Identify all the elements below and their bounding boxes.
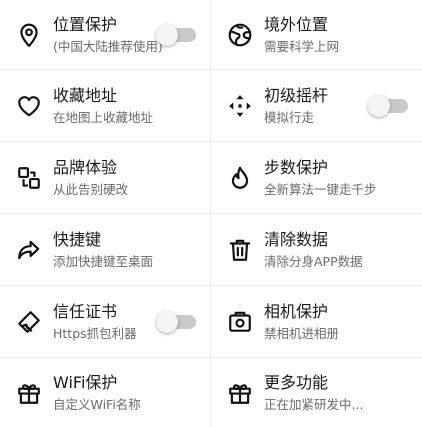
feature-subtitle: 清除分身APP数据 — [264, 253, 363, 269]
feature-shortcut[interactable]: 快捷键 添加快捷键至桌面 — [0, 214, 211, 286]
toggle-knob — [156, 23, 178, 46]
camera-icon — [227, 309, 253, 335]
feature-subtitle: Https抓包利器 — [53, 325, 137, 341]
joystick-toggle[interactable] — [368, 94, 408, 117]
globe-icon — [227, 22, 253, 48]
location-pin-icon — [16, 22, 42, 48]
feature-title: 收藏地址 — [53, 85, 118, 105]
feature-subtitle: (中国大陆推荐使用) — [53, 38, 163, 54]
gift-icon — [16, 380, 42, 406]
move-arrows-icon — [227, 93, 253, 119]
feature-wifi-protect[interactable]: WiFi保护 自定义WiFi名称 — [0, 358, 211, 427]
feature-favorite-address[interactable]: 收藏地址 在地图上收藏地址 — [0, 70, 211, 142]
heart-icon — [16, 93, 42, 119]
feature-title: 境外位置 — [264, 14, 329, 34]
feature-title: 步数保护 — [264, 157, 329, 177]
feature-title: WiFi保护 — [53, 372, 118, 392]
feature-subtitle: 全新算法一键走千步 — [264, 181, 377, 197]
feature-title: 位置保护 — [53, 14, 118, 34]
toggle-knob — [368, 94, 390, 117]
feature-trust-certificate[interactable]: 信任证书 Https抓包利器 — [0, 286, 211, 358]
trust-certificate-toggle[interactable] — [156, 310, 196, 333]
feature-subtitle: 从此告别硬改 — [53, 181, 129, 197]
feature-subtitle: 模拟行走 — [264, 109, 315, 125]
feature-location-protect[interactable]: 位置保护 (中国大陆推荐使用) — [0, 0, 211, 70]
feature-overseas-location[interactable]: 境外位置 需要科学上网 — [211, 0, 422, 70]
feature-clear-data[interactable]: 清除数据 清除分身APP数据 — [211, 214, 422, 286]
trash-icon — [227, 237, 253, 263]
feature-subtitle: 添加快捷键至桌面 — [53, 253, 154, 269]
feature-grid: 位置保护 (中国大陆推荐使用) 境外位置 需要科学上网 收藏地址 在地图上收藏地… — [0, 0, 422, 427]
share-arrow-icon — [16, 237, 42, 263]
feature-subtitle: 禁相机进相册 — [264, 325, 340, 341]
feature-subtitle: 正在加紧研发中... — [264, 396, 364, 412]
feature-joystick[interactable]: 初级摇杆 模拟行走 — [211, 70, 422, 142]
feature-step-protect[interactable]: 步数保护 全新算法一键走千步 — [211, 142, 422, 214]
toggle-knob — [156, 310, 178, 333]
feature-title: 更多功能 — [264, 372, 329, 392]
feature-camera-protect[interactable]: 相机保护 禁相机进相册 — [211, 286, 422, 358]
feature-more[interactable]: 更多功能 正在加紧研发中... — [211, 358, 422, 427]
feature-subtitle: 需要科学上网 — [264, 38, 340, 54]
feature-title: 快捷键 — [53, 229, 102, 249]
feature-title: 信任证书 — [53, 301, 118, 321]
certificate-tag-icon — [16, 309, 42, 335]
location-protect-toggle[interactable] — [156, 23, 196, 46]
feature-subtitle: 在地图上收藏地址 — [53, 109, 154, 125]
gift-icon — [227, 380, 253, 406]
flame-icon — [227, 165, 253, 191]
feature-title: 清除数据 — [264, 229, 329, 249]
feature-title: 相机保护 — [264, 301, 329, 321]
feature-subtitle: 自定义WiFi名称 — [53, 396, 141, 412]
brand-blocks-icon — [16, 165, 42, 191]
feature-brand-experience[interactable]: 品牌体验 从此告别硬改 — [0, 142, 211, 214]
feature-title: 初级摇杆 — [264, 85, 329, 105]
feature-title: 品牌体验 — [53, 157, 118, 177]
